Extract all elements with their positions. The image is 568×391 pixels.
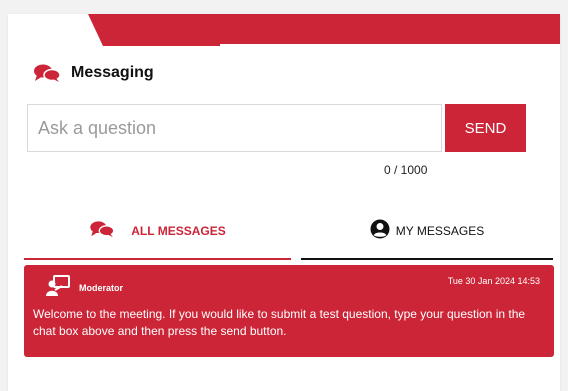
message-timestamp: Tue 30 Jan 2024 14:53	[447, 276, 540, 286]
question-input[interactable]	[28, 105, 441, 151]
chat-bubbles-icon	[33, 63, 61, 83]
tab-all-messages-label: ALL MESSAGES	[131, 224, 226, 238]
message-text: Welcome to the meeting. If you would lik…	[33, 307, 526, 338]
message-card: Moderator Tue 30 Jan 2024 14:53 Welcome …	[24, 265, 554, 357]
message-author: Moderator	[79, 283, 124, 293]
tab-all-messages[interactable]: ALL MESSAGES	[24, 204, 291, 260]
chat-bubbles-icon	[89, 220, 115, 243]
send-button[interactable]: SEND	[445, 104, 526, 152]
top-banner	[88, 14, 560, 46]
presenter-icon	[46, 275, 70, 297]
tab-my-messages-label: MY MESSAGES	[395, 224, 485, 238]
messaging-header: Messaging	[33, 62, 154, 84]
character-counter: 0 / 1000	[384, 163, 428, 177]
question-input-wrapper[interactable]	[27, 104, 442, 152]
user-circle-icon	[370, 219, 390, 244]
page-title: Messaging	[71, 64, 154, 81]
tab-my-messages[interactable]: MY MESSAGES	[301, 204, 553, 260]
messaging-panel: Messaging SEND 0 / 1000 ALL MESSAGES MY …	[8, 14, 560, 391]
